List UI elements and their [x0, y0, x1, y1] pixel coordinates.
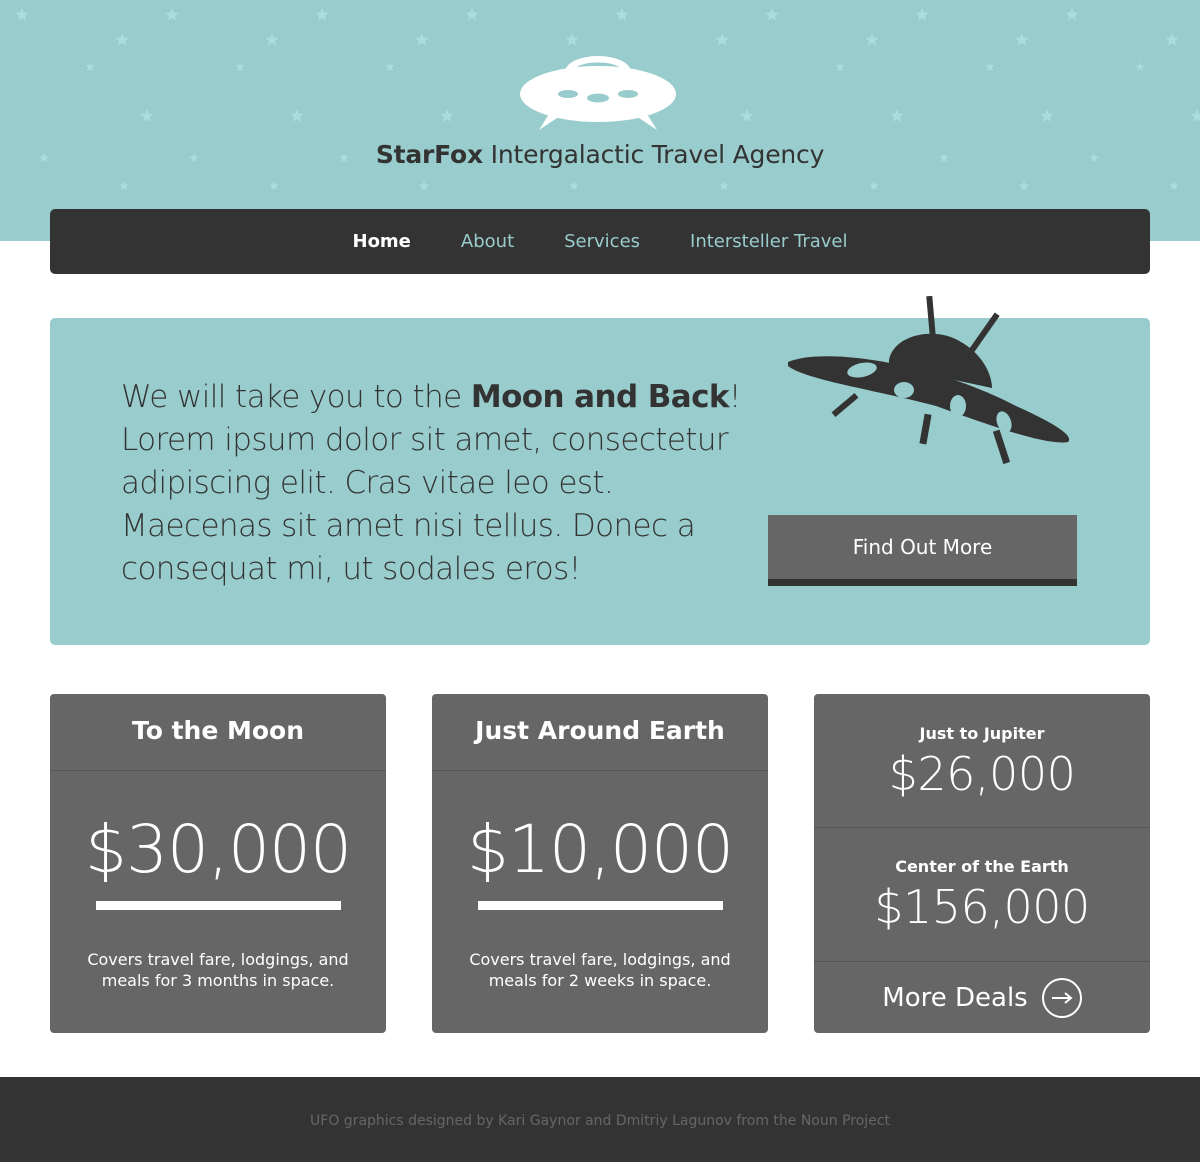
brand-name: StarFox — [375, 140, 483, 169]
hero-text: We will take you to the Moon and Back! L… — [121, 376, 741, 591]
star-icon — [615, 8, 629, 21]
price-underline — [95, 901, 341, 910]
pricing-card-moon: To the Moon $30,000 Covers travel fare, … — [50, 694, 386, 1033]
star-icon — [569, 181, 579, 190]
footer-credit: UFO graphics designed by Kari Gaynor and… — [310, 1113, 890, 1129]
more-deals-button[interactable]: More Deals — [814, 962, 1150, 1033]
hero-text-highlight: Moon and Back — [470, 379, 730, 415]
star-icon — [1040, 109, 1054, 122]
star-icon — [565, 33, 579, 46]
pricing-card-earth: Just Around Earth $10,000 Covers travel … — [432, 694, 768, 1033]
deal-price: $26,000 — [888, 747, 1076, 801]
brand-tagline: Intergalactic Travel Agency — [482, 140, 825, 169]
star-icon — [85, 62, 95, 71]
nav-item-home[interactable]: Home — [353, 209, 411, 274]
deal-item-center-earth[interactable]: Center of the Earth $156,000 — [814, 828, 1150, 962]
star-icon — [165, 8, 179, 21]
star-icon — [315, 8, 329, 21]
star-icon — [465, 8, 479, 21]
more-deals-label: More Deals — [882, 982, 1028, 1013]
star-icon — [1135, 62, 1145, 71]
flying-saucer-icon — [788, 296, 1070, 465]
star-icon — [1065, 8, 1079, 21]
star-icon — [15, 8, 29, 21]
star-icon — [440, 109, 454, 122]
star-icon — [865, 33, 879, 46]
deal-item-jupiter[interactable]: Just to Jupiter $26,000 — [814, 694, 1150, 828]
arrow-right-circle-icon — [1041, 977, 1082, 1018]
star-icon — [915, 8, 929, 21]
deals-card: Just to Jupiter $26,000 Center of the Ea… — [814, 694, 1150, 1033]
star-icon — [765, 8, 779, 21]
hero-text-intro: We will take you to the — [121, 379, 471, 415]
star-icon — [890, 109, 904, 122]
find-out-more-button[interactable]: Find Out More — [768, 515, 1077, 586]
star-icon — [869, 181, 879, 190]
star-icon — [290, 109, 304, 122]
star-icon — [835, 62, 845, 71]
pricing-card-title: To the Moon — [50, 694, 386, 771]
pricing-card-price: $10,000 — [467, 811, 734, 888]
deal-name: Center of the Earth — [895, 857, 1069, 876]
main-nav: Home About Services Intersteller Travel — [50, 209, 1150, 274]
deal-name: Just to Jupiter — [919, 724, 1045, 743]
star-icon — [119, 181, 129, 190]
price-underline — [477, 901, 723, 910]
star-icon — [140, 109, 154, 122]
star-icon — [419, 181, 429, 190]
star-icon — [1190, 109, 1200, 122]
star-icon — [115, 33, 129, 46]
deal-price: $156,000 — [874, 880, 1090, 934]
star-icon — [235, 62, 245, 71]
site-title: StarFox Intergalactic Travel Agency — [0, 140, 1200, 169]
star-icon — [265, 33, 279, 46]
pricing-card-title: Just Around Earth — [432, 694, 768, 771]
star-icon — [1019, 181, 1029, 190]
star-icon — [1015, 33, 1029, 46]
pricing-card-description: Covers travel fare, lodgings, and meals … — [469, 950, 731, 990]
nav-item-services[interactable]: Services — [564, 209, 640, 274]
site-footer: UFO graphics designed by Kari Gaynor and… — [0, 1077, 1200, 1162]
star-icon — [719, 181, 729, 190]
star-icon — [269, 181, 279, 190]
star-icon — [715, 33, 729, 46]
site-header: StarFox Intergalactic Travel Agency — [0, 0, 1200, 241]
star-icon — [415, 33, 429, 46]
nav-item-about[interactable]: About — [461, 209, 514, 274]
ufo-icon[interactable] — [519, 52, 677, 134]
star-icon — [985, 62, 995, 71]
star-icon — [1165, 33, 1179, 46]
pricing-card-price: $30,000 — [85, 811, 352, 888]
nav-item-intersteller-travel[interactable]: Intersteller Travel — [690, 209, 847, 274]
star-icon — [740, 109, 754, 122]
star-icon — [385, 62, 395, 71]
star-icon — [1169, 181, 1179, 190]
pricing-card-description: Covers travel fare, lodgings, and meals … — [87, 950, 349, 990]
